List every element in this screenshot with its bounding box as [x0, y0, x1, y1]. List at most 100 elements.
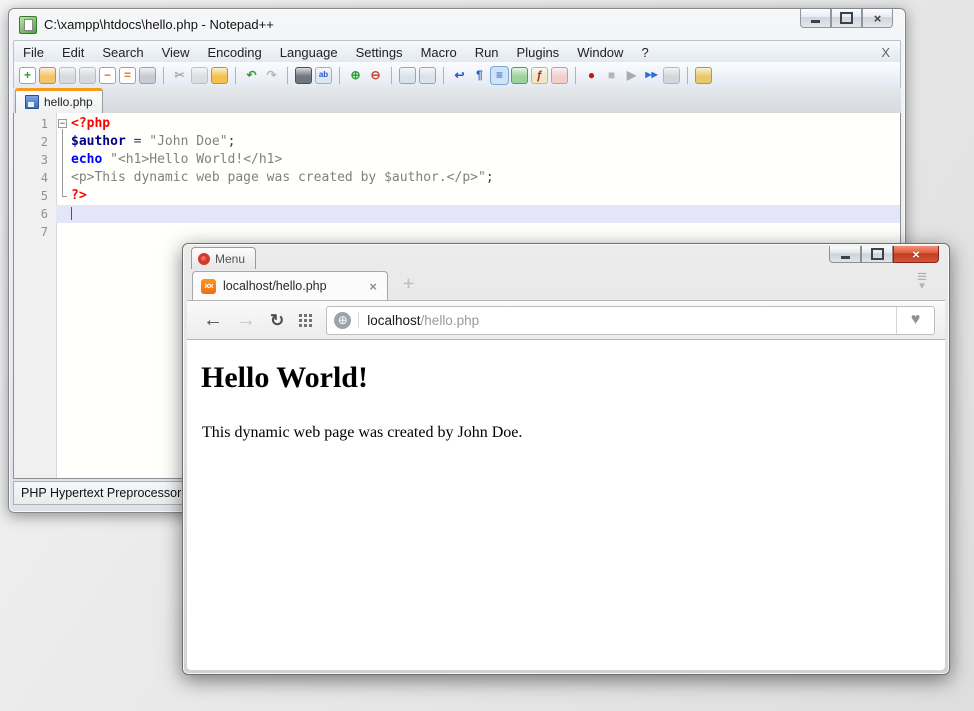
heart-icon: ♥: [911, 311, 921, 329]
toolbar-separator: [687, 67, 688, 84]
menu-item-settings[interactable]: Settings: [347, 45, 412, 60]
undo-icon[interactable]: ↶: [243, 67, 260, 84]
back-button[interactable]: ←: [203, 310, 223, 330]
fold-guide: [56, 133, 69, 151]
maximize-button[interactable]: [861, 246, 893, 263]
menu-item-encoding[interactable]: Encoding: [199, 45, 271, 60]
print-icon[interactable]: [139, 67, 156, 84]
show-all-characters-icon[interactable]: ¶: [471, 67, 488, 84]
close-button[interactable]: ×: [862, 9, 893, 28]
menu-item-window[interactable]: Window: [568, 45, 632, 60]
zoom-out-icon[interactable]: ⊖: [367, 67, 384, 84]
copy-icon[interactable]: [191, 67, 208, 84]
menu-item-search[interactable]: Search: [93, 45, 152, 60]
line-number: 7: [14, 223, 56, 241]
save-icon[interactable]: [59, 67, 76, 84]
menu-item-run[interactable]: Run: [466, 45, 508, 60]
line-number: 4: [14, 169, 56, 187]
minimize-button[interactable]: [800, 9, 831, 28]
new-file-icon[interactable]: +: [19, 67, 36, 84]
indent-guide-icon[interactable]: ≡: [491, 67, 508, 84]
maximize-icon: [871, 248, 884, 260]
find-icon[interactable]: [295, 67, 312, 84]
close-all-files-icon[interactable]: =: [119, 67, 136, 84]
redo-icon[interactable]: ↷: [263, 67, 280, 84]
menu-item-file[interactable]: File: [14, 45, 53, 60]
open-file-icon[interactable]: [39, 67, 56, 84]
notepadpp-titlebar[interactable]: C:\xampp\htdocs\hello.php - Notepad++ ×: [9, 9, 905, 40]
macro-save-icon[interactable]: [663, 67, 680, 84]
replace-icon[interactable]: ab: [315, 67, 332, 84]
fold-collapse-icon[interactable]: −: [58, 119, 67, 128]
menubar-close-document-icon[interactable]: X: [881, 45, 900, 60]
maximize-icon: [840, 12, 853, 24]
speed-dial-grid-icon[interactable]: [299, 314, 312, 327]
tab-label: localhost/hello.php: [223, 279, 360, 293]
site-info-globe-icon[interactable]: ⊕: [334, 312, 351, 329]
menu-item-plugins[interactable]: Plugins: [508, 45, 569, 60]
browser-tabbar: ×× localhost/hello.php × + ≡ ▾: [187, 270, 945, 300]
close-icon: ×: [874, 12, 882, 25]
word-wrap-icon[interactable]: ↩: [451, 67, 468, 84]
toolbar-separator: [575, 67, 576, 84]
code-token: "<h1>Hello World!</h1>: [110, 152, 282, 167]
macro-record-icon[interactable]: ●: [583, 67, 600, 84]
menu-item-help[interactable]: ?: [632, 45, 657, 60]
sync-vertical-scroll-icon[interactable]: [399, 67, 416, 84]
zoom-in-icon[interactable]: ⊕: [347, 67, 364, 84]
tab-hello-php[interactable]: hello.php: [15, 88, 103, 113]
menubar: FileEditSearchViewEncodingLanguageSettin…: [13, 40, 901, 63]
toolbar: +−=✂↶↷ab⊕⊖↩¶≡ƒ●■▶▶▶: [13, 62, 901, 89]
reload-button[interactable]: ↻: [270, 312, 284, 329]
close-icon: ×: [912, 248, 920, 261]
bookmark-button[interactable]: ♥: [896, 307, 934, 334]
menu-item-macro[interactable]: Macro: [412, 45, 466, 60]
function-list-icon[interactable]: ƒ: [531, 67, 548, 84]
opera-window: Menu × ×× localhost/hello.php × + ≡ ▾ ← …: [182, 243, 950, 675]
menu-item-view[interactable]: View: [153, 45, 199, 60]
line-number: 3: [14, 151, 56, 169]
monitoring-icon[interactable]: [695, 67, 712, 84]
macro-stop-icon[interactable]: ■: [603, 67, 620, 84]
code-line-7: 7: [14, 223, 900, 241]
toolbar-separator: [287, 67, 288, 84]
maximize-button[interactable]: [831, 9, 862, 28]
folder-as-workspace-icon[interactable]: [551, 67, 568, 84]
code-line-4: 4<p>This dynamic web page was created by…: [14, 169, 900, 187]
sync-horizontal-scroll-icon[interactable]: [419, 67, 436, 84]
fold-guide: [56, 169, 69, 187]
tab-close-icon[interactable]: ×: [367, 279, 379, 294]
minimize-icon: [811, 20, 820, 23]
fold-guide: [56, 223, 69, 241]
notepadpp-app-icon: [19, 16, 37, 34]
menu-item-edit[interactable]: Edit: [53, 45, 93, 60]
paste-icon[interactable]: [211, 67, 228, 84]
fold-guide: [56, 151, 69, 169]
document-tabbar: hello.php: [13, 88, 901, 114]
forward-button[interactable]: →: [236, 310, 256, 330]
url-host: localhost: [367, 313, 420, 328]
macro-run-multiple-icon[interactable]: ▶▶: [643, 67, 660, 84]
save-all-icon[interactable]: [79, 67, 96, 84]
minimize-button[interactable]: [829, 246, 861, 263]
macro-play-icon[interactable]: ▶: [623, 67, 640, 84]
code-lines: 1−<?php2$author = "John Doe";3echo "<h1>…: [14, 113, 900, 241]
address-bar[interactable]: ⊕ localhost /hello.php ♥: [326, 306, 935, 335]
opera-menu-button[interactable]: Menu: [191, 247, 256, 269]
close-file-icon[interactable]: −: [99, 67, 116, 84]
fold-guide: [56, 187, 69, 205]
new-tab-button[interactable]: +: [397, 274, 420, 295]
address-divider: [358, 312, 359, 328]
opera-logo-icon: [198, 253, 210, 265]
document-map-icon[interactable]: [511, 67, 528, 84]
tab-localhost-hello-php[interactable]: ×× localhost/hello.php ×: [192, 271, 388, 300]
tab-menu-icon[interactable]: ≡ ▾: [917, 272, 927, 289]
web-page-viewport: Hello World! This dynamic web page was c…: [187, 340, 945, 670]
code-token: $author: [71, 134, 126, 149]
line-number: 2: [14, 133, 56, 151]
toolbar-separator: [163, 67, 164, 84]
menu-item-language[interactable]: Language: [271, 45, 347, 60]
cut-icon[interactable]: ✂: [171, 67, 188, 84]
close-button[interactable]: ×: [893, 246, 939, 263]
page-heading: Hello World!: [201, 361, 945, 395]
